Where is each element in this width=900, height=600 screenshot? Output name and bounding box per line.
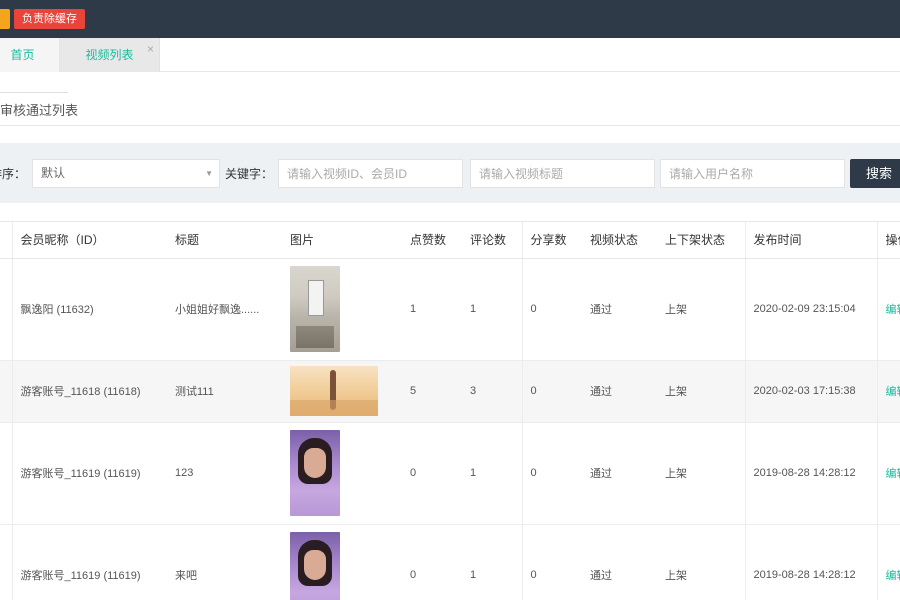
- cell-member: 游客账号_11618 (11618): [11, 360, 167, 423]
- cell-shelf: 上架: [657, 258, 745, 361]
- cell-shelf: 上架: [657, 360, 745, 423]
- cell-member: 飘逸阳 (11632): [11, 258, 167, 361]
- cell-image: [282, 422, 402, 525]
- cell-comments: 1: [462, 258, 522, 361]
- cell-image: [282, 524, 402, 600]
- keyword-label: 关键字：: [225, 167, 274, 181]
- cell-shares: 0: [521, 422, 582, 525]
- cell-likes: 0: [402, 524, 462, 600]
- search-button[interactable]: 搜索: [850, 159, 900, 188]
- user-name-input[interactable]: [660, 159, 845, 188]
- table-row: 游客账号_11618 (11618) 测试111 5 3 0 通过 上架 202…: [0, 360, 900, 423]
- video-thumbnail[interactable]: [290, 430, 340, 516]
- section-header: 审核通过列表: [0, 72, 900, 126]
- cell-shares: 0: [521, 524, 582, 600]
- edit-link[interactable]: 编辑: [876, 524, 900, 600]
- tab-video-list[interactable]: 视频列表 ×: [60, 38, 160, 72]
- col-header-actions: 操作: [876, 222, 900, 259]
- col-header-shares: 分享数: [521, 222, 582, 259]
- video-title-input[interactable]: [470, 159, 655, 188]
- cell-time: 2020-02-09 23:15:04: [744, 258, 877, 361]
- cell-title: 123: [167, 422, 282, 525]
- cell-shares: 0: [521, 360, 582, 423]
- edit-link[interactable]: 编辑: [876, 422, 900, 525]
- sort-select-value: 默认: [41, 166, 66, 180]
- page-title: 审核通过列表: [0, 103, 79, 118]
- cell-title: 测试111: [167, 360, 282, 423]
- cell-title: 小姐姐好飘逸......: [167, 258, 282, 361]
- col-header-likes: 点赞数: [402, 222, 462, 259]
- col-header-member: 会员昵称（ID）: [11, 222, 167, 259]
- col-header-title: 标题: [167, 222, 282, 259]
- cell-likes: 5: [402, 360, 462, 423]
- col-header-image: 图片: [282, 222, 402, 259]
- cell-member: 游客账号_11619 (11619): [11, 422, 167, 525]
- menu-toggle-button[interactable]: [0, 9, 10, 29]
- cell-time: 2019-08-28 14:28:12: [744, 524, 877, 600]
- cell-title: 来吧: [167, 524, 282, 600]
- video-thumbnail[interactable]: [290, 532, 340, 600]
- sort-label: 排序：: [0, 167, 27, 181]
- cell-id: [0, 258, 12, 361]
- cell-shelf: 上架: [657, 422, 745, 525]
- col-header-shelf: 上下架状态: [657, 222, 745, 259]
- col-header-comments: 评论数: [462, 222, 522, 259]
- cell-status: 通过: [582, 360, 657, 423]
- cell-id: [0, 524, 12, 600]
- divider: [0, 92, 68, 93]
- tab-bar: 首页 视频列表 ×: [0, 38, 900, 72]
- filter-bar: 排序： 默认 ▼ 关键字： 搜索: [0, 143, 900, 203]
- video-thumbnail[interactable]: [290, 366, 378, 416]
- video-thumbnail[interactable]: [290, 266, 340, 352]
- edit-link[interactable]: 编辑: [876, 360, 900, 423]
- video-id-input[interactable]: [278, 159, 463, 188]
- clear-cache-button[interactable]: 负责除缓存: [14, 9, 85, 29]
- cell-time: 2020-02-03 17:15:38: [744, 360, 877, 423]
- cell-comments: 3: [462, 360, 522, 423]
- cell-image: [282, 258, 402, 361]
- cell-likes: 0: [402, 422, 462, 525]
- tab-home[interactable]: 首页: [0, 38, 60, 72]
- chevron-down-icon: ▼: [205, 169, 213, 178]
- cell-id: [0, 422, 12, 525]
- cell-comments: 1: [462, 524, 522, 600]
- cell-comments: 1: [462, 422, 522, 525]
- col-header-status: 视频状态: [582, 222, 657, 259]
- cell-image: [282, 360, 402, 423]
- cell-shares: 0: [521, 258, 582, 361]
- cell-member: 游客账号_11619 (11619): [11, 524, 167, 600]
- table-row: 游客账号_11619 (11619) 来吧 0 1 0 通过 上架 2019-0…: [0, 524, 900, 600]
- cell-status: 通过: [582, 524, 657, 600]
- cell-status: 通过: [582, 258, 657, 361]
- close-icon[interactable]: ×: [147, 32, 154, 66]
- col-header-time: 发布时间: [744, 222, 877, 259]
- edit-link[interactable]: 编辑: [876, 258, 900, 361]
- sort-select[interactable]: 默认 ▼: [32, 159, 220, 188]
- tab-home-label: 首页: [10, 48, 35, 62]
- table-header-row: 会员昵称（ID） 标题 图片 点赞数 评论数 分享数 视频状态 上下架状态 发布…: [0, 222, 900, 259]
- video-table: 会员昵称（ID） 标题 图片 点赞数 评论数 分享数 视频状态 上下架状态 发布…: [0, 221, 900, 600]
- table-row: 游客账号_11619 (11619) 123 0 1 0 通过 上架 2019-…: [0, 422, 900, 525]
- cell-likes: 1: [402, 258, 462, 361]
- tab-video-list-label: 视频列表: [85, 48, 134, 62]
- cell-time: 2019-08-28 14:28:12: [744, 422, 877, 525]
- cell-shelf: 上架: [657, 524, 745, 600]
- cell-status: 通过: [582, 422, 657, 525]
- cell-id: [0, 360, 12, 423]
- top-bar: 负责除缓存: [0, 0, 900, 38]
- col-header-id: [0, 222, 12, 259]
- table-row: 飘逸阳 (11632) 小姐姐好飘逸...... 1 1 0 通过 上架 202…: [0, 258, 900, 361]
